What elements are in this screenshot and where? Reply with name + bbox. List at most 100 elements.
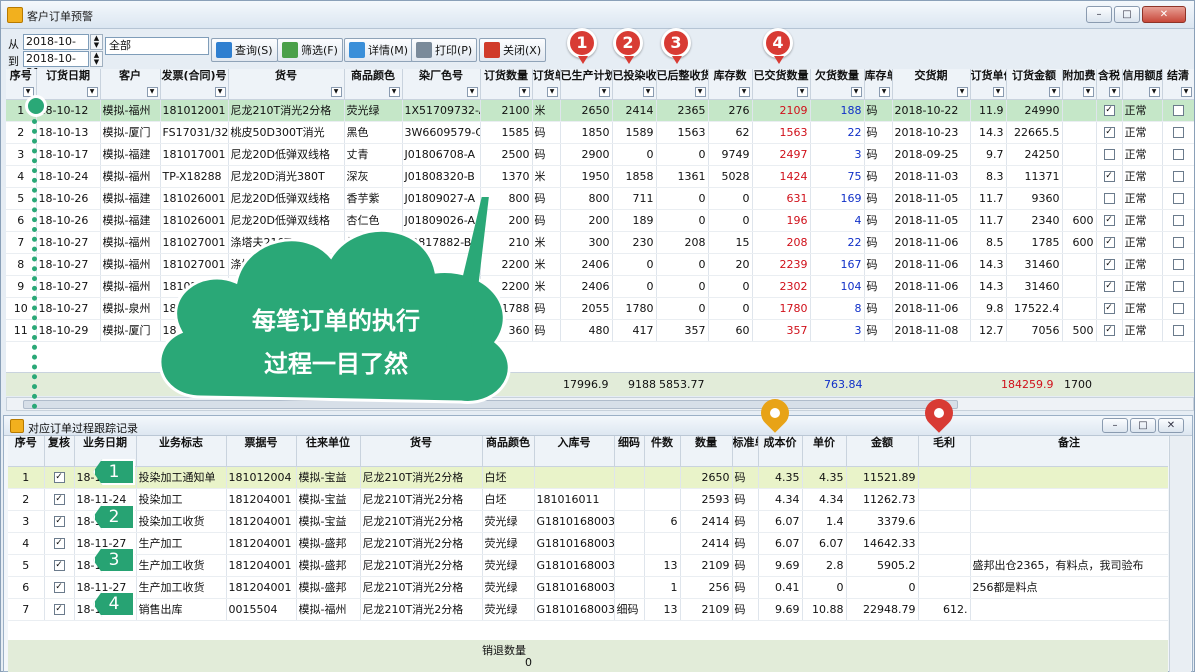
from-date-spinner[interactable]: ▲ ▼ xyxy=(90,34,103,50)
process-close-button[interactable]: ✕ xyxy=(1158,418,1184,433)
process-maximize-button[interactable]: □ xyxy=(1130,418,1156,433)
filter-dropdown-icon[interactable]: ▼ xyxy=(694,86,706,97)
process-row[interactable]: 4 ✓ 18-11-27 生产加工 181204001 模拟-盛邦 尼龙210T消光2分格荧… xyxy=(8,532,1168,555)
process-header-cell[interactable]: 商品颜色 xyxy=(482,436,535,467)
order-header-cell[interactable]: 商品颜色 ▼ xyxy=(344,69,403,100)
review-checkbox[interactable]: ✓ xyxy=(53,560,65,571)
filter-dropdown-icon[interactable]: ▼ xyxy=(992,86,1004,97)
filter-dropdown-icon[interactable]: ▼ xyxy=(466,86,478,97)
order-header-cell[interactable]: 订货单位 ▼ xyxy=(532,69,561,100)
order-header-cell[interactable]: 含税 ▼ xyxy=(1096,69,1123,100)
filter-dropdown-icon[interactable]: ▼ xyxy=(1082,86,1094,97)
filter-dropdown-icon[interactable]: ▼ xyxy=(146,86,158,97)
order-header-cell[interactable]: 库存数 ▼ xyxy=(708,69,753,100)
process-header-cell[interactable]: 毛利 xyxy=(918,436,971,467)
filter-dropdown-icon[interactable]: ▼ xyxy=(1180,86,1192,97)
process-header-cell[interactable]: 序号 xyxy=(8,436,45,467)
process-vertical-scrollbar[interactable] xyxy=(1169,436,1191,672)
process-header-cell[interactable]: 细码 xyxy=(614,436,645,467)
filter-dropdown-icon[interactable]: ▼ xyxy=(518,86,530,97)
filter-dropdown-icon[interactable]: ▼ xyxy=(86,86,98,97)
process-row[interactable]: 5✓18-11-27生产加工收货181204001模拟-盛邦尼龙210T消光2分… xyxy=(8,554,1168,577)
checkbox[interactable] xyxy=(1172,105,1184,116)
process-header-cell[interactable]: 票据号 xyxy=(226,436,297,467)
order-header-cell[interactable]: 已生产计划 ▼ xyxy=(560,69,613,100)
order-header-cell[interactable]: 结清 ▼ xyxy=(1162,69,1194,100)
checkbox[interactable]: ✓ xyxy=(1103,303,1115,314)
order-header-cell[interactable]: 订货金额 ▼ xyxy=(1006,69,1063,100)
order-header-cell[interactable]: 欠货数量 ▼ xyxy=(810,69,865,100)
checkbox[interactable] xyxy=(1172,303,1184,314)
checkbox[interactable]: ✓ xyxy=(1103,281,1115,292)
filter-dropdown-icon[interactable]: ▼ xyxy=(796,86,808,97)
order-header-cell[interactable]: 交货期 ▼ xyxy=(892,69,971,100)
process-header-cell[interactable]: 往来单位 xyxy=(296,436,361,467)
maximize-button[interactable]: □ xyxy=(1114,6,1140,23)
filter-dropdown-icon[interactable]: ▼ xyxy=(1108,86,1120,97)
filter-dropdown-icon[interactable]: ▼ xyxy=(546,86,558,97)
checkbox[interactable]: ✓ xyxy=(1103,259,1115,270)
review-checkbox[interactable]: ✓ xyxy=(53,538,65,549)
order-row[interactable]: 2 18-10-13 模拟-厦门 FS17031/32 桃皮50D300T消光 黑色 3W6… xyxy=(6,121,1194,144)
order-header-cell[interactable]: 订货日期 ▼ xyxy=(36,69,101,100)
filter-dropdown-icon[interactable]: ▼ xyxy=(598,86,610,97)
scope-input[interactable]: 全部 xyxy=(105,37,209,55)
order-row[interactable]: 4 18-10-24 模拟-福州 TP-X18288 尼龙20D消光380T 深灰 J018… xyxy=(6,165,1194,188)
order-header-cell[interactable]: 货号 ▼ xyxy=(228,69,345,100)
order-header-cell[interactable]: 客户 ▼ xyxy=(100,69,161,100)
order-header-cell[interactable]: 库存单位 ▼ xyxy=(864,69,893,100)
checkbox[interactable] xyxy=(1172,325,1184,336)
process-header-cell[interactable]: 单价 xyxy=(802,436,847,467)
checkbox[interactable]: ✓ xyxy=(1103,105,1115,116)
order-header-cell[interactable]: 染厂色号 ▼ xyxy=(402,69,481,100)
filter-dropdown-icon[interactable]: ▼ xyxy=(738,86,750,97)
checkbox[interactable]: ✓ xyxy=(1103,215,1115,226)
filter-dropdown-icon[interactable]: ▼ xyxy=(1148,86,1160,97)
from-date-input[interactable]: 2018-10-12 xyxy=(23,34,89,62)
process-minimize-button[interactable]: – xyxy=(1102,418,1128,433)
process-row[interactable]: 7✓18-11-27销售出库0015504模拟-福州尼龙210T消光2分格荧光绿… xyxy=(8,598,1168,621)
to-date-input[interactable]: 2018-10-31 xyxy=(23,51,89,79)
order-header-cell[interactable]: 已投染收货 ▼ xyxy=(612,69,657,100)
checkbox[interactable] xyxy=(1172,193,1184,204)
review-checkbox[interactable]: ✓ xyxy=(53,604,65,615)
checkbox[interactable] xyxy=(1172,237,1184,248)
checkbox[interactable] xyxy=(1172,281,1184,292)
process-header-cell[interactable]: 数量 xyxy=(680,436,733,467)
checkbox[interactable] xyxy=(1172,171,1184,182)
filter-dropdown-icon[interactable]: ▼ xyxy=(956,86,968,97)
checkbox[interactable]: ✓ xyxy=(1103,325,1115,336)
order-header-cell[interactable]: 发票(合同)号 ▼ xyxy=(160,69,229,100)
detail-button[interactable]: 详情(M) xyxy=(344,38,414,62)
review-checkbox[interactable]: ✓ xyxy=(53,516,65,527)
checkbox[interactable]: ✓ xyxy=(1103,127,1115,138)
filter-dropdown-icon[interactable]: ▼ xyxy=(214,86,226,97)
to-date-spinner[interactable]: ▲ ▼ xyxy=(90,51,103,67)
checkbox[interactable] xyxy=(1103,193,1115,204)
review-checkbox[interactable]: ✓ xyxy=(53,494,65,505)
review-checkbox[interactable]: ✓ xyxy=(53,582,65,593)
query-button[interactable]: 查询(S) xyxy=(211,38,278,62)
order-header-cell[interactable]: 已后整收货 ▼ xyxy=(656,69,709,100)
print-button[interactable]: 打印(P) xyxy=(411,38,478,62)
checkbox[interactable]: ✓ xyxy=(1103,171,1115,182)
process-row[interactable]: 2 ✓ 18-11-24 投染加工 181204001 模拟-宝益 尼龙210T消光2分格白… xyxy=(8,488,1168,511)
checkbox[interactable] xyxy=(1172,149,1184,160)
filter-dropdown-icon[interactable]: ▼ xyxy=(388,86,400,97)
process-header-cell[interactable]: 货号 xyxy=(360,436,483,467)
checkbox[interactable] xyxy=(1172,259,1184,270)
checkbox[interactable] xyxy=(1172,215,1184,226)
filter-dropdown-icon[interactable]: ▼ xyxy=(642,86,654,97)
order-row[interactable]: 1 18-10-12 模拟-福州 181012001 尼龙210T消光2分格 荧光绿 1X5… xyxy=(6,99,1194,122)
process-header-cell[interactable]: 业务标志 xyxy=(136,436,227,467)
filter-dropdown-icon[interactable]: ▼ xyxy=(850,86,862,97)
process-header-cell[interactable]: 件数 xyxy=(644,436,681,467)
checkbox[interactable] xyxy=(1172,127,1184,138)
filter-dropdown-icon[interactable]: ▼ xyxy=(878,86,890,97)
order-row[interactable]: 3 18-10-17 模拟-福建 181017001 尼龙20D低弹双线格 丈青 J0180… xyxy=(6,143,1194,166)
close-button[interactable]: 关闭(X) xyxy=(479,38,547,62)
process-header-cell[interactable]: 标准单位 xyxy=(732,436,759,467)
filter-button[interactable]: 筛选(F) xyxy=(277,38,343,62)
review-checkbox[interactable]: ✓ xyxy=(53,472,65,483)
order-header-cell[interactable]: 序号 ▼ xyxy=(6,69,37,100)
